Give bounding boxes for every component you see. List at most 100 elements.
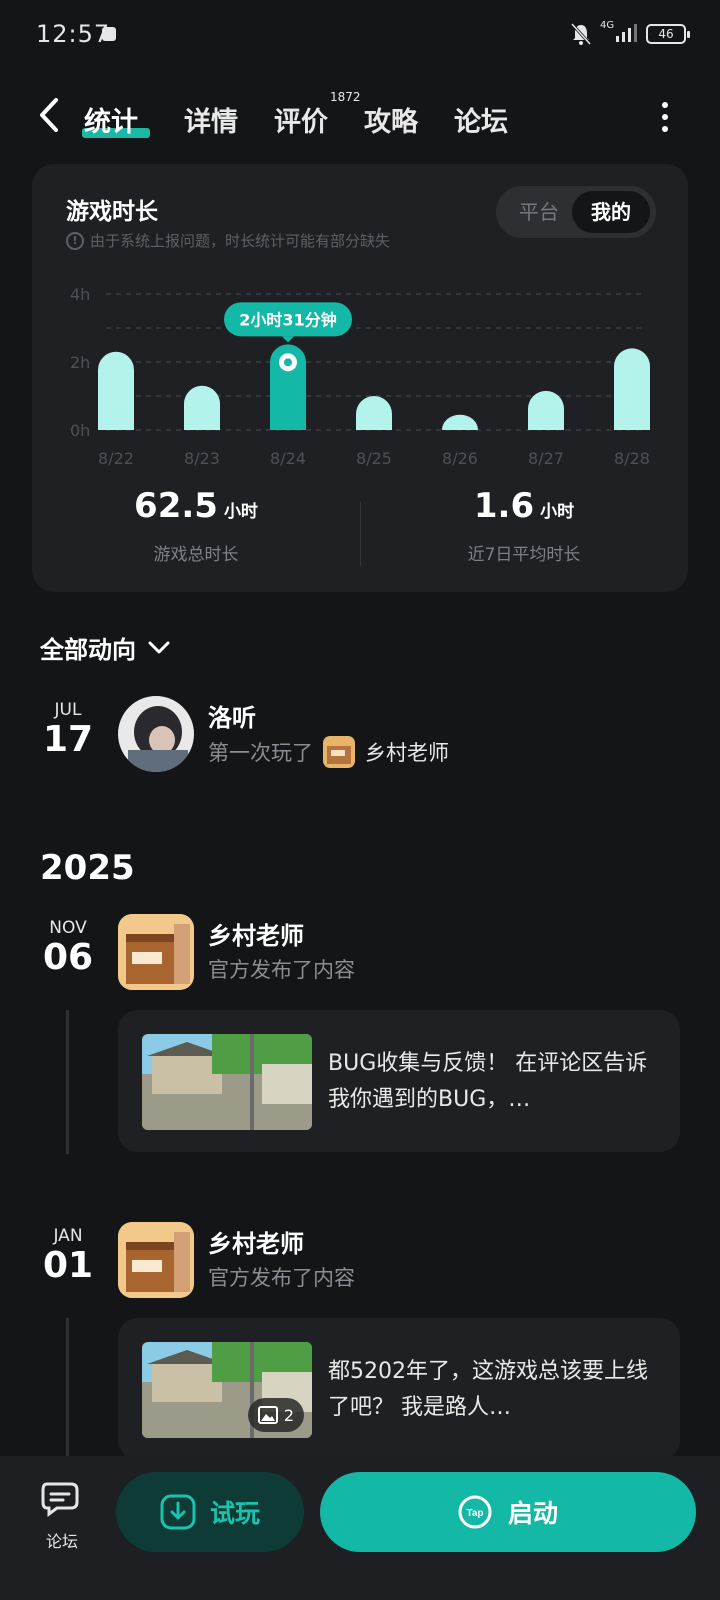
post-author[interactable]: 乡村老师 xyxy=(208,916,304,951)
chart-x-tick-label: 8/26 xyxy=(442,449,478,468)
chart-tooltip-pointer xyxy=(282,336,294,343)
game-name-link[interactable]: 乡村老师 xyxy=(365,737,449,767)
entry-action-text: 第一次玩了 xyxy=(208,741,313,765)
bottom-action-bar: 论坛 试玩 Tap 启动 xyxy=(0,1456,720,1600)
post-day: 06 xyxy=(42,937,94,978)
try-play-button[interactable]: 试玩 xyxy=(116,1472,304,1552)
post-card[interactable]: BUG收集与反馈！ 在评论区告诉我你遇到的BUG，… xyxy=(118,1010,680,1152)
info-icon: ! xyxy=(66,231,84,250)
post-month: NOV xyxy=(49,918,87,938)
back-arrow-icon[interactable] xyxy=(36,96,62,134)
chart-x-tick-label: 8/24 xyxy=(270,449,306,468)
total-playtime-label: 游戏总时长 xyxy=(153,545,239,565)
chart-bar xyxy=(184,385,220,430)
timeline-line xyxy=(66,1318,69,1456)
status-bar: 12:57 4G 46 xyxy=(0,0,720,70)
mute-bell-icon xyxy=(570,22,592,46)
chart-bar xyxy=(442,414,478,430)
chart-highlight-marker-dot xyxy=(284,358,292,367)
user-name[interactable]: 洛听 xyxy=(208,698,256,733)
chart-bar xyxy=(528,390,564,430)
chart-y-tick-label: 0h xyxy=(70,421,90,440)
playtime-chart-svg: 4h 2h 0h 8/22 8/23 8/24 2小时31分钟 8/25 8/26 8/27 8/2… xyxy=(70,285,650,468)
post-action: 官方发布了内容 xyxy=(208,958,355,982)
chart-x-tick-label: 8/25 xyxy=(356,449,392,468)
entry-date: JUL 17 xyxy=(38,700,98,760)
chart-x-tick-label: 8/22 xyxy=(98,449,134,468)
activity-filter[interactable]: 全部动向 xyxy=(40,630,170,665)
tab-stats[interactable]: 统计 xyxy=(84,100,138,139)
playtime-chart: 4h 2h 0h 8/22 8/23 8/24 2小时31分钟 8/25 8/26 8/27 8/2… xyxy=(32,274,688,474)
download-icon xyxy=(160,1494,196,1530)
chart-bar xyxy=(98,351,134,430)
forum-button[interactable]: 论坛 xyxy=(36,1480,88,1552)
entry-action: 第一次玩了 乡村老师 xyxy=(208,736,449,768)
avg-playtime-unit: 小时 xyxy=(540,502,575,522)
chat-bubble-icon xyxy=(41,1482,79,1517)
image-icon xyxy=(257,1406,278,1424)
post-day: 01 xyxy=(42,1245,94,1286)
signal-icon xyxy=(616,24,637,42)
tab-guides[interactable]: 攻略 xyxy=(364,100,418,139)
playtime-note-text: 由于系统上报问题，时长统计可能有部分缺失 xyxy=(90,232,391,250)
playtime-card: 游戏时长 ! 由于系统上报问题，时长统计可能有部分缺失 平台 我的 4h 2h 0h… xyxy=(32,164,688,592)
entry-month: JUL xyxy=(54,700,82,720)
total-playtime-stat: 62.5 小时 游戏总时长 xyxy=(32,486,360,565)
toggle-mine[interactable]: 我的 xyxy=(572,191,650,233)
post-date: JAN 01 xyxy=(38,1226,98,1286)
forum-button-label: 论坛 xyxy=(45,1532,78,1551)
post-date: NOV 06 xyxy=(38,918,98,978)
tab-reviews[interactable]: 评价 xyxy=(274,100,328,139)
post-card[interactable]: 2 都5202年了，这游戏总该要上线了吧？ 我是路人… xyxy=(118,1318,680,1460)
playtime-title: 游戏时长 xyxy=(66,199,158,225)
tap-logo-text: Tap xyxy=(466,1508,483,1519)
post-text: BUG收集与反馈！ 在评论区告诉我你遇到的BUG，… xyxy=(328,1051,648,1112)
try-play-label: 试玩 xyxy=(209,1499,260,1528)
image-count: 2 xyxy=(283,1405,294,1425)
activity-header-label: 全部动向 xyxy=(40,636,136,664)
avg-playtime-label: 近7日平均时长 xyxy=(467,545,581,565)
post-action: 官方发布了内容 xyxy=(208,1266,355,1290)
year-heading: 2025 xyxy=(40,848,135,888)
toggle-platform[interactable]: 平台 xyxy=(508,191,570,233)
post-author[interactable]: 乡村老师 xyxy=(208,1224,304,1259)
game-avatar-icon[interactable] xyxy=(118,914,194,990)
top-nav: 统计 详情 评价 1872 攻略 论坛 xyxy=(0,80,720,150)
game-icon[interactable] xyxy=(323,736,355,768)
post-thumbnail: 2 xyxy=(142,1342,312,1438)
chart-x-tick-label: 8/23 xyxy=(184,449,220,468)
post-month: JAN xyxy=(53,1226,83,1246)
total-playtime-unit: 小时 xyxy=(223,502,258,522)
entry-day: 17 xyxy=(42,719,94,760)
chart-y-tick-label: 2h xyxy=(70,353,90,372)
tab-forum[interactable]: 论坛 xyxy=(454,100,508,139)
chart-x-tick-label: 8/28 xyxy=(614,449,650,468)
playtime-note: ! 由于系统上报问题，时长统计可能有部分缺失 xyxy=(66,230,390,251)
game-avatar-icon[interactable] xyxy=(118,1222,194,1298)
status-time: 12:57 xyxy=(36,20,111,48)
chart-tooltip-label: 2小时31分钟 xyxy=(239,310,336,329)
tap-logo-icon: Tap xyxy=(458,1495,492,1529)
user-avatar[interactable] xyxy=(118,696,194,772)
notification-app-icon xyxy=(102,27,116,41)
timeline-line xyxy=(66,1010,69,1154)
post-thumbnail xyxy=(142,1034,312,1130)
avg-playtime-stat: 1.6 小时 近7日平均时长 xyxy=(360,486,688,565)
chart-x-tick-label: 8/27 xyxy=(528,449,564,468)
platform-mine-toggle[interactable]: 平台 我的 xyxy=(496,186,656,238)
chart-bar xyxy=(614,348,650,430)
chevron-down-icon xyxy=(148,641,170,653)
chart-y-tick-label: 4h xyxy=(70,285,90,304)
avg-playtime-value: 1.6 xyxy=(473,486,535,526)
post-text: 都5202年了，这游戏总该要上线了吧？ 我是路人… xyxy=(328,1359,648,1420)
tab-details[interactable]: 详情 xyxy=(184,100,238,139)
launch-label: 启动 xyxy=(507,1499,558,1528)
launch-button[interactable]: Tap 启动 xyxy=(320,1472,696,1552)
chart-bar xyxy=(356,396,392,430)
network-type: 4G xyxy=(600,20,615,31)
total-playtime-value: 62.5 xyxy=(134,486,218,526)
battery-icon: 46 xyxy=(646,24,690,44)
review-count-badge: 1872 xyxy=(330,90,361,104)
image-count-badge: 2 xyxy=(247,1398,304,1432)
more-options-icon[interactable] xyxy=(660,102,670,132)
